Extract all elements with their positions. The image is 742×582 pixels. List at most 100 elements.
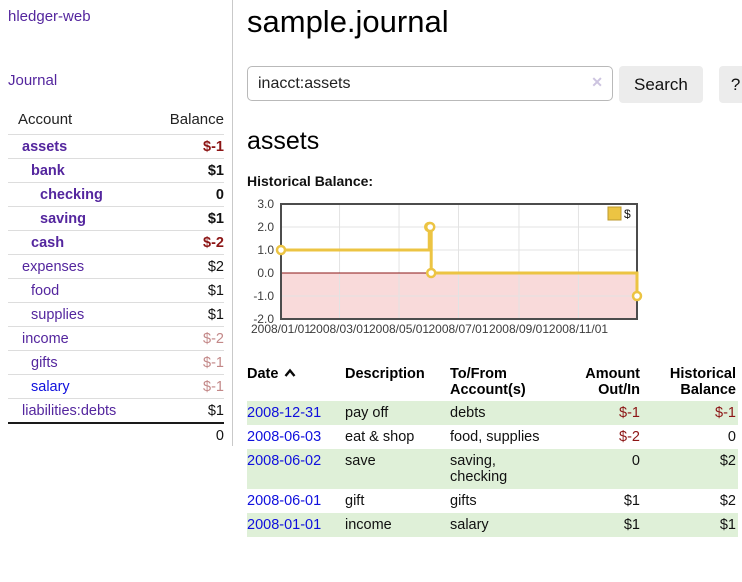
register-row: 2008-06-01giftgifts$1$2 [247, 489, 738, 513]
account-balance: $1 [152, 279, 224, 303]
transaction-date-link[interactable]: 2008-01-01 [247, 517, 321, 533]
transaction-date-link[interactable]: 2008-06-01 [247, 493, 321, 509]
account-link-cash[interactable]: cash [31, 235, 64, 251]
svg-text:0.0: 0.0 [257, 266, 274, 280]
register-accounts-cell: gifts [450, 489, 558, 513]
svg-text:2008/09/01: 2008/09/01 [489, 322, 549, 336]
register-amount-cell: $-1 [558, 401, 640, 425]
sidebar: hledger-web Journal Account Balance asse… [0, 0, 233, 446]
account-row: salary $-1 [8, 375, 224, 399]
help-button[interactable]: ? [719, 66, 742, 103]
transaction-date-link[interactable]: 2008-06-03 [247, 429, 321, 445]
account-link-liabilities:debts[interactable]: liabilities:debts [22, 403, 116, 419]
account-balance: $-1 [152, 351, 224, 375]
register-header-row: Date Description To/From Account(s) Amou… [247, 364, 738, 401]
accounts-total-spacer [8, 423, 152, 448]
register-table: Date Description To/From Account(s) Amou… [247, 364, 738, 537]
account-cell: income [8, 327, 152, 351]
account-link-checking[interactable]: checking [40, 187, 103, 203]
search-box: ✕ [247, 66, 613, 101]
sidebar-item-journal[interactable]: Journal [8, 72, 57, 89]
register-table-body: 2008-12-31pay offdebts$-1$-12008-06-03ea… [247, 401, 738, 537]
svg-text:2008/03/01: 2008/03/01 [309, 322, 369, 336]
register-date-cell: 2008-06-02 [247, 449, 345, 489]
register-col-description: Description [345, 364, 450, 401]
register-row: 2008-06-02 savesaving, checking0$2 [247, 449, 738, 489]
register-row: 2008-06-03eat & shopfood, supplies$-20 [247, 425, 738, 449]
account-balance: $1 [152, 303, 224, 327]
register-accounts-cell: saving, checking [450, 449, 558, 489]
account-balance: $1 [152, 207, 224, 231]
account-link-supplies[interactable]: supplies [31, 307, 84, 323]
search-input[interactable] [247, 66, 613, 101]
app-brand-link[interactable]: hledger-web [8, 8, 91, 25]
register-description-cell: income [345, 513, 450, 537]
register-col-balance: Historical Balance [640, 364, 738, 401]
register-balance-cell: $2 [640, 449, 738, 489]
register-row: 2008-12-31pay offdebts$-1$-1 [247, 401, 738, 425]
register-accounts-cell: salary [450, 513, 558, 537]
account-balance: $2 [152, 255, 224, 279]
register-accounts-cell: food, supplies [450, 425, 558, 449]
register-balance-cell: $2 [640, 489, 738, 513]
account-link-bank[interactable]: bank [31, 163, 65, 179]
register-date-cell: 2008-06-03 [247, 425, 345, 449]
register-row: 2008-01-01incomesalary$1$1 [247, 513, 738, 537]
account-balance: $-2 [152, 327, 224, 351]
account-cell: saving [8, 207, 152, 231]
account-row: income $-2 [8, 327, 224, 351]
register-col-date[interactable]: Date [247, 364, 345, 401]
account-cell: gifts [8, 351, 152, 375]
account-row: food $1 [8, 279, 224, 303]
account-cell: liabilities:debts [8, 399, 152, 424]
register-date-cell: 2008-06-01 [247, 489, 345, 513]
app-layout: hledger-web Journal Account Balance asse… [0, 0, 742, 537]
account-cell: salary [8, 375, 152, 399]
chart-wrap: $3.02.01.00.0-1.0-2.02008/01/012008/03/0… [247, 196, 742, 341]
register-col-amount: Amount Out/In [558, 364, 640, 401]
account-link-assets[interactable]: assets [22, 139, 67, 155]
account-row: liabilities:debts $1 [8, 399, 224, 424]
historical-balance-chart: $3.02.01.00.0-1.0-2.02008/01/012008/03/0… [247, 196, 647, 337]
accounts-header-account: Account [8, 109, 152, 135]
account-row: supplies $1 [8, 303, 224, 327]
search-form: ✕ Search ? [247, 66, 742, 103]
account-cell: bank [8, 159, 152, 183]
account-row: gifts $-1 [8, 351, 224, 375]
register-balance-cell: $1 [640, 513, 738, 537]
account-heading: assets [247, 127, 742, 156]
svg-text:$: $ [624, 207, 631, 221]
register-date-cell: 2008-01-01 [247, 513, 345, 537]
account-balance: $-1 [152, 375, 224, 399]
account-link-saving[interactable]: saving [40, 211, 86, 227]
account-row: checking0 [8, 183, 224, 207]
account-balance: $1 [152, 159, 224, 183]
account-row: expenses $2 [8, 255, 224, 279]
register-balance-cell: 0 [640, 425, 738, 449]
account-row: cash $-2 [8, 231, 224, 255]
accounts-total-balance: 0 [152, 423, 224, 448]
account-cell: checking [8, 183, 152, 207]
register-accounts-cell: debts [450, 401, 558, 425]
clear-search-icon[interactable]: ✕ [591, 75, 603, 89]
account-link-income[interactable]: income [22, 331, 69, 347]
register-amount-cell: 0 [558, 449, 640, 489]
account-cell: expenses [8, 255, 152, 279]
register-description-cell: save [345, 449, 450, 489]
account-link-expenses[interactable]: expenses [22, 259, 84, 275]
accounts-total-row: 0 [8, 423, 224, 448]
account-balance: $1 [152, 399, 224, 424]
register-date-cell: 2008-12-31 [247, 401, 345, 425]
main-content: sample.journal ✕ Search ? assets Histori… [233, 0, 742, 537]
account-link-food[interactable]: food [31, 283, 59, 299]
register-col-accounts: To/From Account(s) [450, 364, 558, 401]
account-balance: $-2 [152, 231, 224, 255]
transaction-date-link[interactable]: 2008-06-02 [247, 453, 321, 469]
register-balance-cell: $-1 [640, 401, 738, 425]
account-link-gifts[interactable]: gifts [31, 355, 58, 371]
transaction-date-link[interactable]: 2008-12-31 [247, 405, 321, 421]
account-link-salary[interactable]: salary [31, 379, 70, 395]
svg-text:2008/05/01: 2008/05/01 [369, 322, 429, 336]
svg-text:3.0: 3.0 [257, 197, 274, 211]
search-button[interactable]: Search [619, 66, 703, 103]
